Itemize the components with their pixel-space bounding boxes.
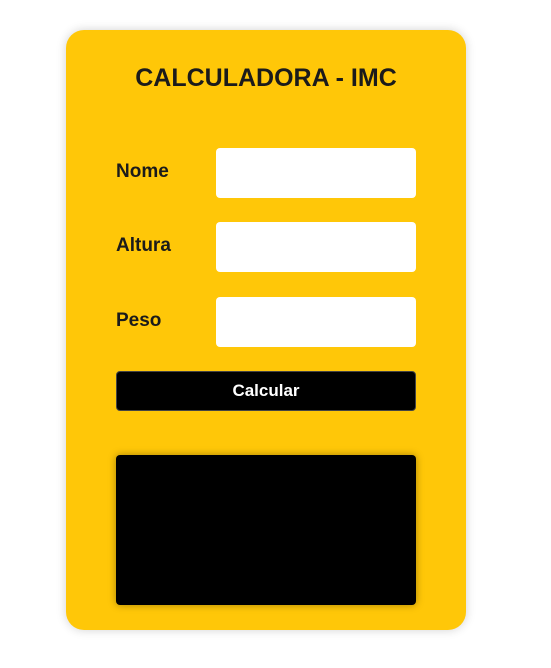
calculate-button[interactable]: Calcular bbox=[116, 371, 416, 411]
result-panel bbox=[116, 455, 416, 605]
altura-input[interactable] bbox=[216, 222, 416, 272]
page-title: CALCULADORA - IMC bbox=[135, 64, 397, 92]
peso-label: Peso bbox=[116, 310, 162, 331]
imc-calculator-card: CALCULADORA - IMC Nome Altura Peso Calcu… bbox=[66, 30, 466, 630]
peso-input[interactable] bbox=[216, 297, 416, 347]
nome-input[interactable] bbox=[216, 148, 416, 198]
nome-label: Nome bbox=[116, 161, 169, 182]
altura-label: Altura bbox=[116, 235, 171, 256]
